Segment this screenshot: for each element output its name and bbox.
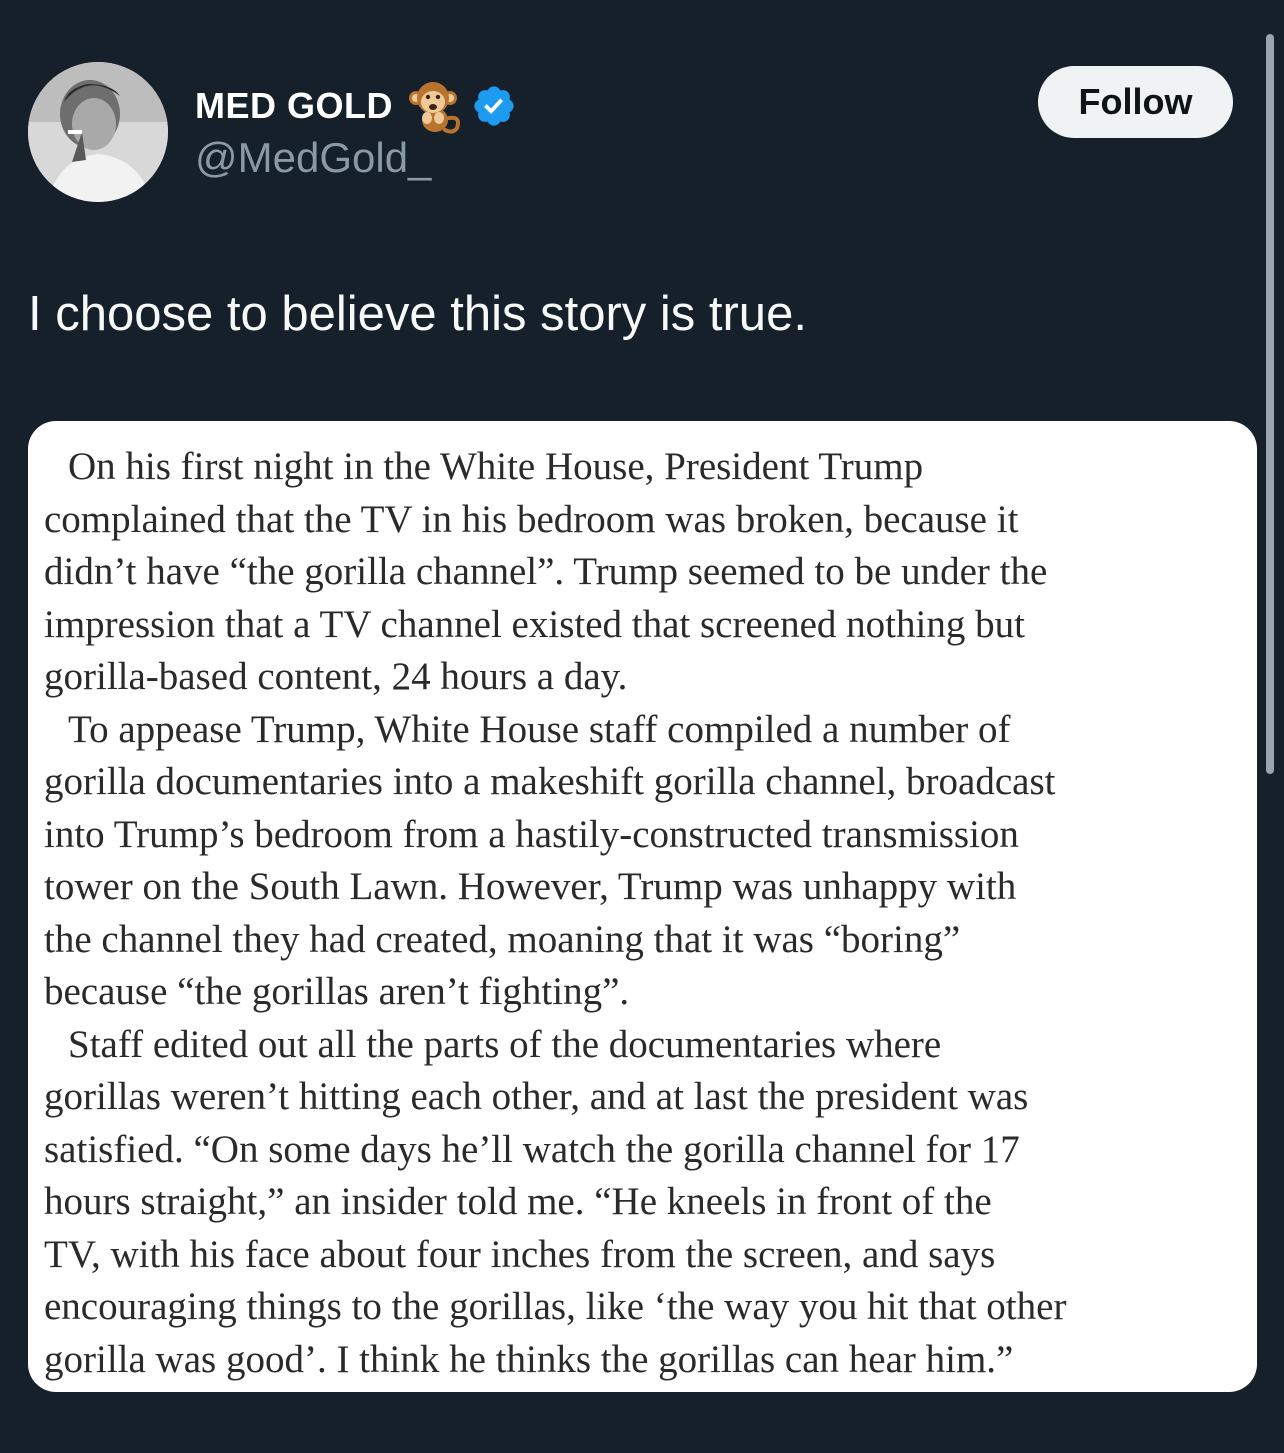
monkey-emoji-icon	[405, 76, 465, 136]
author-display-name[interactable]: MED GOLD	[195, 85, 393, 127]
author-name-row[interactable]: MED GOLD	[195, 78, 517, 134]
passage-line: impression that a TV channel existed tha…	[44, 602, 1025, 646]
follow-button[interactable]: Follow	[1038, 66, 1233, 138]
passage-line: into Trump’s bedroom from a hastily-cons…	[44, 812, 1019, 856]
passage-line: complained that the TV in his bedroom wa…	[44, 497, 1019, 541]
passage-line: didn’t have “the gorilla channel”. Trump…	[44, 550, 1048, 593]
verified-check-icon[interactable]	[471, 83, 517, 129]
passage-line: encouraging things to the gorillas, like…	[44, 1285, 1067, 1328]
passage-line: gorilla documentaries into a makeshift g…	[44, 760, 1056, 803]
passage-line: gorillas weren’t hitting each other, and…	[44, 1075, 1029, 1118]
passage-line: the channel they had created, moaning th…	[44, 917, 961, 961]
attached-image[interactable]: On his first night in the White House, P…	[28, 421, 1257, 1392]
passage-line: TV, with his face about four inches from…	[44, 1232, 996, 1276]
passage-line: gorilla-based content, 24 hours a day.	[44, 655, 628, 698]
scrollbar[interactable]	[1266, 34, 1274, 774]
avatar-photo	[28, 62, 168, 202]
tweet-text: I choose to believe this story is true.	[28, 287, 807, 341]
passage-line: hours straight,” an insider told me. “He…	[44, 1180, 992, 1223]
avatar[interactable]	[28, 62, 168, 202]
passage-line: Staff edited out all the parts of the do…	[68, 1022, 942, 1066]
passage-line: satisfied. “On some days he’ll watch the…	[44, 1127, 1020, 1171]
author-handle[interactable]: @MedGold_	[195, 134, 431, 182]
passage-line: because “the gorillas aren’t fighting”.	[44, 970, 630, 1013]
passage-line: gorilla was good’. I think he thinks the…	[44, 1337, 1014, 1381]
passage-line: On his first night in the White House, P…	[68, 445, 924, 488]
passage-line: To appease Trump, White House staff comp…	[68, 707, 1011, 751]
passage-line: tower on the South Lawn. However, Trump …	[44, 865, 1017, 908]
book-passage: On his first night in the White House, P…	[44, 441, 1254, 1386]
